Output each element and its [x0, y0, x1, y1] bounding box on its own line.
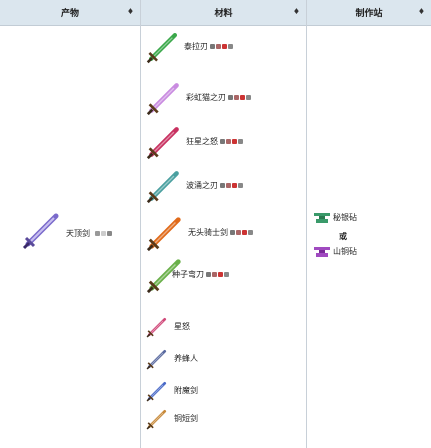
material-label[interactable]: 狂星之怒: [186, 137, 243, 147]
material-label[interactable]: 养蜂人: [174, 354, 198, 364]
header-station-label: 制作站: [355, 9, 383, 19]
terra-blade-icon[interactable]: [146, 30, 180, 64]
station-first-label: 秘银砧: [333, 213, 357, 222]
material-name: 种子弯刀: [172, 270, 204, 279]
enchanted-sword-icon[interactable]: [146, 380, 168, 402]
header-materials[interactable]: 材料 ♦: [141, 0, 306, 26]
material-label[interactable]: 铜短剑: [174, 414, 198, 424]
station-orichalcum-anvil[interactable]: 山铜砧: [314, 246, 357, 257]
zenith-sword-icon[interactable]: [22, 210, 62, 250]
header-product[interactable]: 产物 ♦: [0, 0, 140, 26]
material-name: 彩虹猫之刃: [186, 93, 226, 102]
column-divider: [140, 0, 141, 448]
copper-sword-icon[interactable]: [146, 408, 168, 430]
material-label[interactable]: 泰拉刃: [184, 42, 233, 52]
material-name: 无头骑士剑: [188, 228, 228, 237]
product-name: 天顶剑: [66, 229, 90, 238]
header-product-label: 产物: [60, 9, 79, 19]
rarity-tags: [220, 183, 243, 188]
material-label[interactable]: 彩虹猫之刃: [186, 93, 251, 103]
starfury-icon[interactable]: [146, 316, 168, 338]
sort-icon[interactable]: ♦: [418, 7, 425, 16]
rarity-tags: [230, 230, 253, 235]
material-name: 狂星之怒: [186, 137, 218, 146]
material-name: 泰拉刃: [184, 42, 208, 51]
star-wrath-icon[interactable]: [146, 124, 182, 160]
material-name: 附魔剑: [174, 386, 198, 395]
rarity-tags: [210, 44, 233, 49]
horsemans-blade-icon[interactable]: [146, 214, 184, 252]
material-label[interactable]: 种子弯刀: [172, 270, 229, 280]
rarity-tags: [94, 231, 112, 236]
material-label[interactable]: 无头骑士剑: [188, 228, 253, 238]
rarity-tags: [206, 272, 229, 277]
recipe-table: 产物 ♦ 材料 ♦ 制作站 ♦ 天顶剑 泰拉刃彩虹猫之刃狂星之怒波涌之刃无头骑士…: [0, 0, 431, 448]
meowmere-icon[interactable]: [146, 80, 182, 116]
station-mythril-anvil[interactable]: 秘银砧: [314, 212, 357, 223]
column-divider: [306, 0, 307, 448]
sort-icon[interactable]: ♦: [293, 7, 300, 16]
orichalcum-anvil-icon: [314, 246, 330, 257]
rarity-tags: [228, 95, 251, 100]
material-name: 星怒: [174, 322, 190, 331]
material-name: 养蜂人: [174, 354, 198, 363]
influx-waver-icon[interactable]: [146, 168, 182, 204]
material-name: 铜短剑: [174, 414, 198, 423]
header-station[interactable]: 制作站 ♦: [307, 0, 431, 26]
material-label[interactable]: 附魔剑: [174, 386, 198, 396]
station-second-label: 山铜砧: [333, 247, 357, 256]
or-label: 或: [339, 232, 347, 241]
rarity-tags: [220, 139, 243, 144]
material-label[interactable]: 星怒: [174, 322, 190, 332]
product-label[interactable]: 天顶剑: [66, 229, 112, 239]
bee-keeper-icon[interactable]: [146, 348, 168, 370]
mythril-anvil-icon: [314, 212, 330, 223]
material-name: 波涌之刃: [186, 181, 218, 190]
header-materials-label: 材料: [214, 9, 233, 19]
material-label[interactable]: 波涌之刃: [186, 181, 243, 191]
sort-icon[interactable]: ♦: [127, 7, 134, 16]
